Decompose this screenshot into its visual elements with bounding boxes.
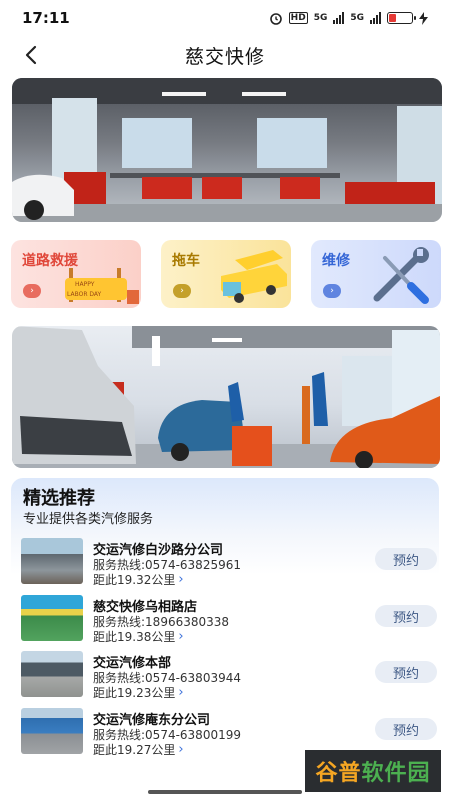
shop-list-item[interactable]: 交运汽修白沙路分公司 服务热线:0574-63825961 距此19.32公里 ›… xyxy=(21,538,439,588)
shop-distance: 距此19.23公里 › xyxy=(93,684,184,701)
service-label-tow: 拖车 xyxy=(172,253,200,269)
workshop-banner[interactable] xyxy=(12,78,442,222)
shop-distance-text: 距此19.23公里 xyxy=(93,686,176,700)
status-bar: 17:11 HD 5G 5G xyxy=(0,0,450,36)
charging-icon xyxy=(419,11,428,25)
shop-distance-text: 距此19.38公里 xyxy=(93,630,176,644)
chevron-right-icon: › xyxy=(178,629,184,644)
book-button[interactable]: 预约 xyxy=(375,605,437,627)
chevron-right-icon: › xyxy=(178,572,184,587)
shop-thumbnail xyxy=(21,538,83,584)
network-5g-2: 5G xyxy=(350,13,364,23)
network-5g-1: 5G xyxy=(313,13,328,23)
shop-list-item[interactable]: 慈交快修乌相路店 服务热线:18966380338 距此19.38公里 › 预约 xyxy=(21,595,439,645)
book-button[interactable]: 预约 xyxy=(375,718,437,740)
shop-thumbnail xyxy=(21,595,83,641)
shop-list-item[interactable]: 交运汽修本部 服务热线:0574-63803944 距此19.23公里 › 预约 xyxy=(21,651,439,701)
shop-thumbnail xyxy=(21,651,83,697)
labor-day-text: LABOR DAY xyxy=(67,291,102,298)
service-card-tow[interactable]: 拖车 › xyxy=(161,240,291,308)
signal-icon-2 xyxy=(370,12,381,24)
back-button[interactable] xyxy=(18,40,48,70)
home-indicator[interactable] xyxy=(148,790,302,794)
watermark-logo: 谷普 软件园 xyxy=(305,750,441,792)
shop-distance: 距此19.32公里 › xyxy=(93,571,184,588)
book-button[interactable]: 预约 xyxy=(375,548,437,570)
signal-icon-1 xyxy=(333,12,345,24)
tow-truck-icon xyxy=(221,250,287,303)
shop-thumbnail xyxy=(21,708,83,754)
status-icons: HD 5G 5G xyxy=(269,11,428,25)
service-card-repair[interactable]: 维修 › xyxy=(311,240,441,308)
happy-text: HAPPY xyxy=(75,281,95,288)
watermark-text-1: 谷普 xyxy=(315,761,362,786)
recommend-title: 精选推荐 xyxy=(23,488,95,509)
shop-distance: 距此19.27公里 › xyxy=(93,741,184,758)
workshop-image xyxy=(12,78,442,222)
watermark-text-2: 软件园 xyxy=(361,761,431,786)
wrench-screwdriver-icon xyxy=(373,247,429,304)
hd-badge: HD xyxy=(288,12,308,24)
chevron-right-icon: › xyxy=(23,284,41,298)
book-button[interactable]: 预约 xyxy=(375,661,437,683)
chevron-right-icon: › xyxy=(178,685,184,700)
roadside-rescue-icon: HAPPY LABOR DAY xyxy=(65,268,139,304)
shop-distance-text: 距此19.32公里 xyxy=(93,573,176,587)
battery-icon xyxy=(387,12,416,24)
chevron-left-icon xyxy=(25,45,37,65)
nav-bar: 慈交快修 xyxy=(0,36,450,74)
shop-distance: 距此19.38公里 › xyxy=(93,628,184,645)
service-label-repair: 维修 xyxy=(322,253,350,269)
page-title: 慈交快修 xyxy=(184,45,265,68)
alarm-icon xyxy=(269,13,282,25)
chevron-right-icon: › xyxy=(173,284,191,298)
chevron-right-icon: › xyxy=(323,284,341,298)
service-card-roadside-rescue[interactable]: 道路救援 › HAPPY LABOR DAY xyxy=(11,240,141,308)
shop-distance-text: 距此19.27公里 xyxy=(93,743,176,757)
chevron-right-icon: › xyxy=(178,742,184,757)
car-service-image xyxy=(12,326,440,468)
status-time: 17:11 xyxy=(22,9,70,27)
car-service-banner[interactable] xyxy=(12,326,440,468)
recommend-subtitle: 专业提供各类汽修服务 xyxy=(23,512,154,527)
